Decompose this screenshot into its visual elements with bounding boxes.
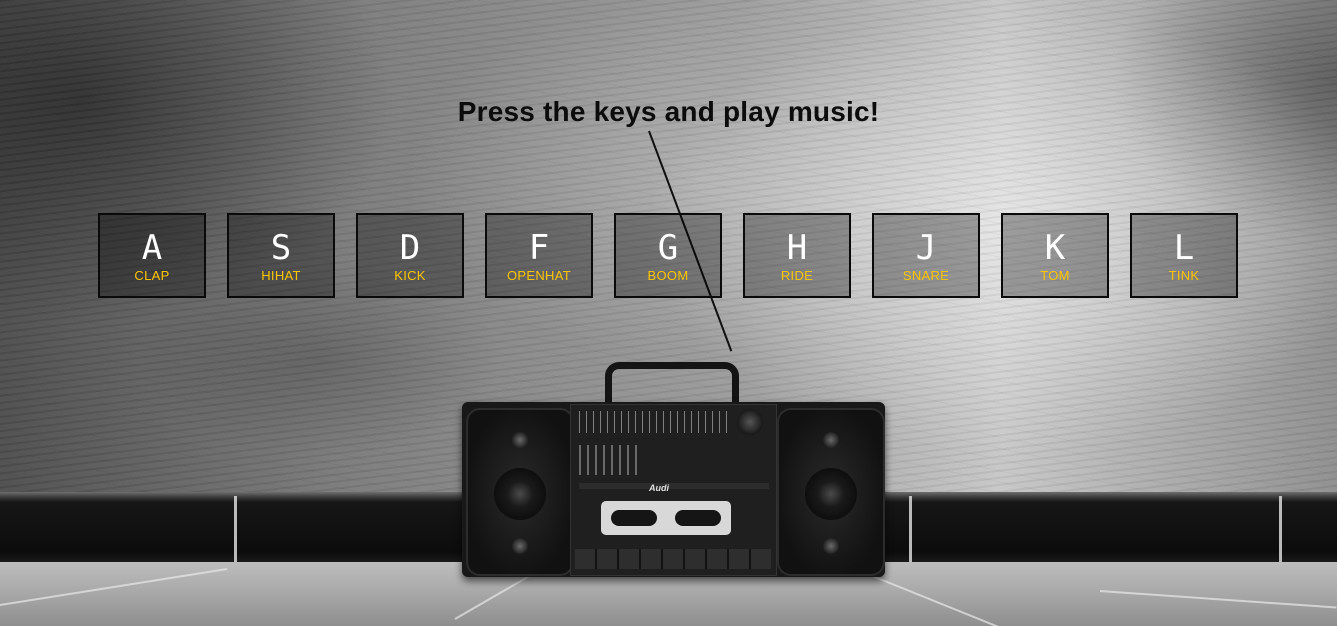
key-j[interactable]: J SNARE — [872, 213, 980, 298]
key-sound-label: KICK — [394, 268, 426, 283]
cassette-deck — [601, 501, 731, 535]
key-sound-label: BOOM — [647, 268, 689, 283]
boombox-brand: Audi — [649, 483, 669, 493]
key-k[interactable]: K TOM — [1001, 213, 1109, 298]
boombox-speaker-left — [466, 408, 574, 576]
boombox-handle — [605, 362, 739, 406]
key-sound-label: HIHAT — [261, 268, 301, 283]
key-sound-label: RIDE — [780, 268, 814, 283]
speaker-cone — [805, 468, 857, 520]
key-letter: S — [270, 228, 292, 268]
speaker-tweeter — [512, 432, 528, 448]
key-sound-label: OPENHAT — [507, 268, 571, 283]
key-letter: K — [1044, 228, 1066, 268]
drum-keys: A CLAP S HIHAT D KICK F OPENHAT G BOOM H… — [98, 213, 1238, 298]
key-sound-label: CLAP — [134, 268, 170, 283]
radio-dial — [579, 411, 729, 433]
key-l[interactable]: L TINK — [1130, 213, 1238, 298]
tuning-knob — [737, 409, 763, 435]
key-letter: L — [1173, 228, 1195, 268]
skirting-seam — [234, 496, 237, 564]
boombox-control-panel: Audi — [570, 404, 777, 576]
key-sound-label: TOM — [1040, 268, 1070, 283]
speaker-tweeter — [512, 538, 528, 554]
key-letter: J — [915, 228, 937, 268]
key-f[interactable]: F OPENHAT — [485, 213, 593, 298]
key-letter: F — [528, 228, 550, 268]
key-letter: H — [786, 228, 808, 268]
background-photo: Audi — [0, 0, 1337, 626]
key-d[interactable]: D KICK — [356, 213, 464, 298]
skirting-seam — [1279, 496, 1282, 564]
speaker-tweeter — [823, 538, 839, 554]
cassette-buttons — [575, 549, 771, 569]
equalizer — [579, 445, 639, 475]
speaker-cone — [494, 468, 546, 520]
key-s[interactable]: S HIHAT — [227, 213, 335, 298]
key-g[interactable]: G BOOM — [614, 213, 722, 298]
speaker-tweeter — [823, 432, 839, 448]
skirting-seam — [909, 496, 912, 564]
boombox-speaker-right — [777, 408, 885, 576]
key-sound-label: TINK — [1168, 268, 1200, 283]
key-a[interactable]: A CLAP — [98, 213, 206, 298]
key-letter: A — [141, 228, 163, 268]
key-letter: D — [399, 228, 421, 268]
key-h[interactable]: H RIDE — [743, 213, 851, 298]
key-letter: G — [657, 228, 679, 268]
page-title: Press the keys and play music! — [457, 96, 880, 127]
boombox: Audi — [462, 130, 887, 580]
key-sound-label: SNARE — [902, 268, 950, 283]
